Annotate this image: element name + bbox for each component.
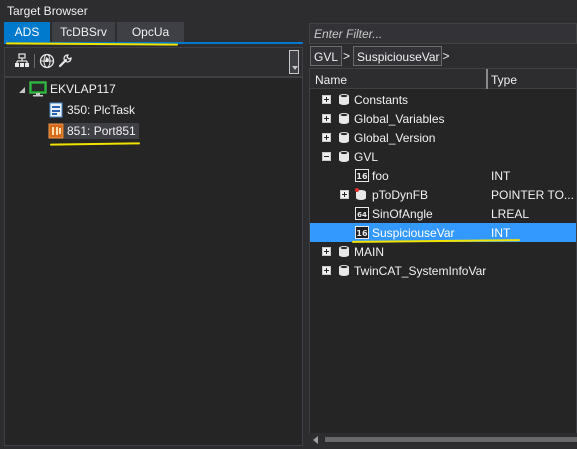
table-row[interactable]: Constants	[310, 90, 576, 109]
tree-node-plctask[interactable]: 350: PlcTask	[48, 100, 138, 120]
toolbar-separator	[34, 54, 35, 68]
row-name: GVL	[354, 150, 379, 164]
window-title: Target Browser	[0, 0, 577, 21]
svg-text:16: 16	[356, 172, 368, 181]
expand-icon[interactable]	[322, 114, 331, 123]
filter-input[interactable]: Enter Filter...	[309, 23, 577, 44]
breadcrumb: GVL > SuspiciouseVar >	[309, 45, 577, 67]
row-name: Global_Version	[354, 131, 436, 145]
global-list-icon	[339, 151, 349, 162]
row-type: LREAL	[491, 207, 530, 221]
svg-text:64: 64	[357, 211, 367, 219]
tab-ads[interactable]: ADS	[4, 22, 50, 42]
column-header-name[interactable]: Name	[315, 73, 347, 87]
global-list-icon	[339, 246, 349, 257]
expand-icon[interactable]	[322, 247, 331, 256]
task-icon	[48, 102, 64, 118]
int16-icon: 16	[355, 226, 369, 239]
tree-node-label: 350: PlcTask	[67, 103, 136, 117]
row-name: Global_Variables	[354, 112, 445, 126]
tab-tcdbsrv[interactable]: TcDBSrv	[52, 22, 115, 42]
breadcrumb-separator: >	[442, 49, 450, 63]
svg-text:16: 16	[356, 229, 368, 238]
pointer-icon	[355, 188, 366, 200]
horizontal-scrollbar[interactable]	[309, 433, 577, 446]
symbol-grid: Name Type Constants Global_Variables Glo…	[309, 68, 577, 446]
scrollbar-thumb[interactable]	[325, 437, 577, 442]
tree-node-port851[interactable]: 851: Port851	[48, 121, 139, 141]
breadcrumb-suspiciousevar[interactable]: SuspiciouseVar	[353, 46, 442, 66]
row-name: pToDynFB	[372, 188, 429, 202]
collapse-triangle-icon[interactable]	[18, 86, 26, 94]
expand-icon[interactable]	[322, 95, 331, 104]
monitor-icon	[29, 81, 47, 97]
global-list-icon	[339, 113, 349, 124]
grid-header: Name Type	[310, 69, 576, 89]
table-row[interactable]: 64 SinOfAngle LREAL	[310, 204, 576, 223]
expand-icon[interactable]	[322, 266, 331, 275]
table-row[interactable]: GVL	[310, 147, 576, 166]
lreal-icon: 64	[355, 207, 369, 220]
global-list-icon	[339, 94, 349, 105]
network-tree-icon[interactable]	[14, 53, 30, 69]
row-name: SuspiciouseVar	[372, 226, 455, 240]
left-toolbar	[4, 47, 303, 77]
row-name: MAIN	[354, 245, 384, 259]
plc-port-icon	[48, 123, 64, 139]
globe-icon[interactable]	[39, 53, 55, 69]
table-row[interactable]: 16 foo INT	[310, 166, 576, 185]
breadcrumb-gvl[interactable]: GVL	[310, 46, 343, 66]
row-name: foo	[372, 169, 389, 183]
target-tree: EKVLAP117 350: PlcTask 851: Port851	[4, 77, 303, 446]
tab-opcua[interactable]: OpcUa	[117, 22, 184, 42]
global-list-icon	[339, 132, 349, 143]
int16-icon: 16	[355, 169, 369, 182]
collapse-icon[interactable]	[322, 152, 331, 161]
expand-icon[interactable]	[340, 190, 349, 199]
toolbar-overflow-dropdown[interactable]	[289, 50, 299, 74]
wrench-icon[interactable]	[57, 53, 73, 69]
table-row[interactable]: MAIN	[310, 242, 576, 261]
scroll-left-icon[interactable]	[313, 436, 318, 444]
breadcrumb-separator: >	[343, 49, 351, 63]
row-type: INT	[491, 226, 511, 240]
column-header-type[interactable]: Type	[491, 73, 517, 87]
tree-node-label: EKVLAP117	[50, 82, 116, 96]
tree-node-ekvlap117[interactable]: EKVLAP117	[29, 79, 119, 99]
row-type: INT	[491, 169, 511, 183]
table-row[interactable]: TwinCAT_SystemInfoVar	[310, 261, 576, 280]
table-row[interactable]: Global_Version	[310, 128, 576, 147]
tree-node-label: 851: Port851	[64, 123, 139, 139]
table-row[interactable]: Global_Variables	[310, 109, 576, 128]
row-name: Constants	[354, 93, 409, 107]
row-name: SinOfAngle	[372, 207, 433, 221]
tab-strip: ADS TcDBSrv OpcUa	[4, 22, 186, 44]
row-name: TwinCAT_SystemInfoVar	[354, 264, 487, 278]
expand-icon[interactable]	[322, 133, 331, 142]
row-type: POINTER TO...	[491, 188, 574, 202]
annotation-underline-tabs	[5, 42, 179, 46]
global-list-icon	[339, 265, 349, 276]
table-row[interactable]: pToDynFB POINTER TO...	[310, 185, 576, 204]
column-resize-handle[interactable]	[486, 69, 488, 89]
